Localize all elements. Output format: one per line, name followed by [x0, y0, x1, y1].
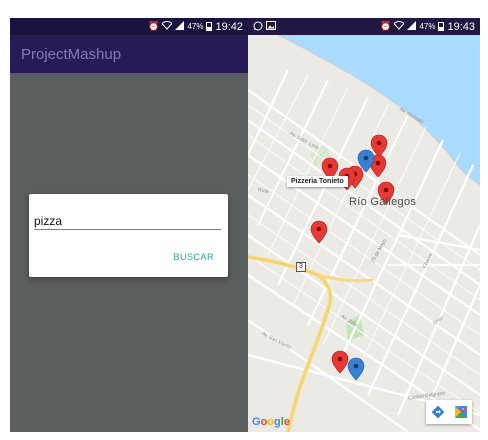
search-input[interactable]	[34, 212, 221, 230]
city-label: Río Gallegos	[349, 196, 417, 208]
status-bar: ⏰ 47% 19:42	[10, 18, 248, 35]
map-view[interactable]	[248, 35, 480, 432]
google-logo: Google	[252, 416, 290, 428]
battery-icon	[206, 22, 213, 31]
app-bar: ProjectMashup	[10, 35, 248, 73]
app-title: ProjectMashup	[21, 45, 122, 63]
wifi-icon	[161, 21, 174, 32]
route-shield: 3	[296, 262, 306, 272]
map-toolbar	[426, 400, 472, 424]
left-phone-screen: ⏰ 47% 19:42 ProjectMashup BUSCAR	[10, 18, 248, 432]
image-icon	[266, 21, 276, 32]
battery-icon	[438, 22, 445, 31]
whatsapp-icon	[253, 21, 263, 33]
status-time: 19:43	[447, 20, 475, 33]
buscar-button[interactable]: BUSCAR	[173, 252, 214, 262]
status-bar: ⏰ 47% 19:43	[248, 18, 480, 35]
signal-icon	[175, 21, 185, 32]
directions-icon[interactable]	[430, 404, 446, 420]
battery-percent: 47%	[187, 22, 204, 31]
alarm-icon: ⏰	[380, 21, 392, 31]
status-time: 19:42	[215, 20, 243, 33]
right-phone-screen: ⏰ 47% 19:43 Av. Gdor. Lista 25 de Mayo A…	[248, 18, 480, 432]
search-dialog: BUSCAR	[29, 194, 228, 277]
marker-info-window[interactable]: Pizzeria Tonieto	[287, 176, 348, 187]
wifi-icon	[393, 21, 406, 32]
alarm-icon: ⏰	[148, 21, 160, 31]
google-maps-icon[interactable]	[453, 404, 469, 420]
battery-percent: 47%	[419, 22, 436, 31]
signal-icon	[407, 21, 417, 32]
